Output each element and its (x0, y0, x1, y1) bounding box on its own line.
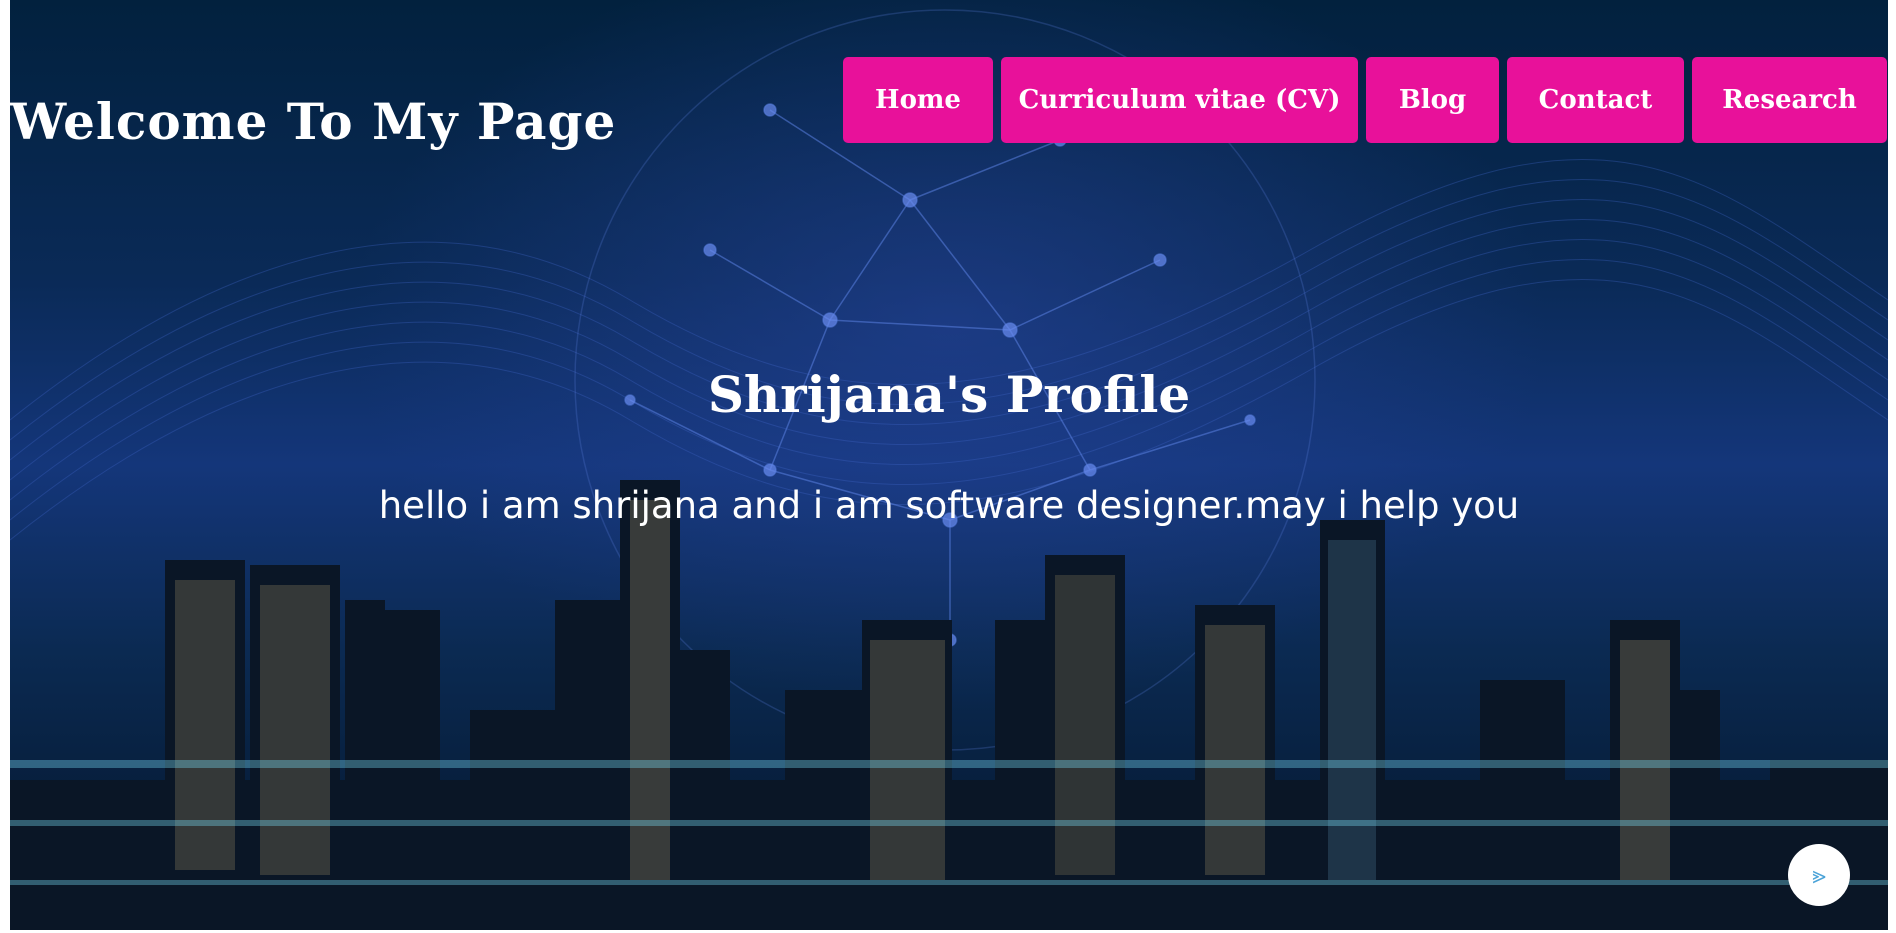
scroll-next-button[interactable]: ⪢ (1788, 844, 1850, 906)
nav-research-button[interactable]: Research (1692, 57, 1887, 143)
main-nav: Home Curriculum vitae (CV) Blog Contact … (843, 57, 1887, 143)
hero-section: Welcome To My Page Home Curriculum vitae… (10, 0, 1888, 930)
profile-subtitle: hello i am shrijana and i am software de… (378, 484, 1520, 527)
chevron-right-icon: ⪢ (1812, 861, 1826, 889)
profile-title: Shrijana's Profile (707, 365, 1191, 424)
nav-contact-button[interactable]: Contact (1507, 57, 1684, 143)
site-title: Welcome To My Page (10, 92, 617, 151)
nav-cv-button[interactable]: Curriculum vitae (CV) (1001, 57, 1358, 143)
nav-home-button[interactable]: Home (843, 57, 993, 143)
nav-blog-button[interactable]: Blog (1366, 57, 1499, 143)
